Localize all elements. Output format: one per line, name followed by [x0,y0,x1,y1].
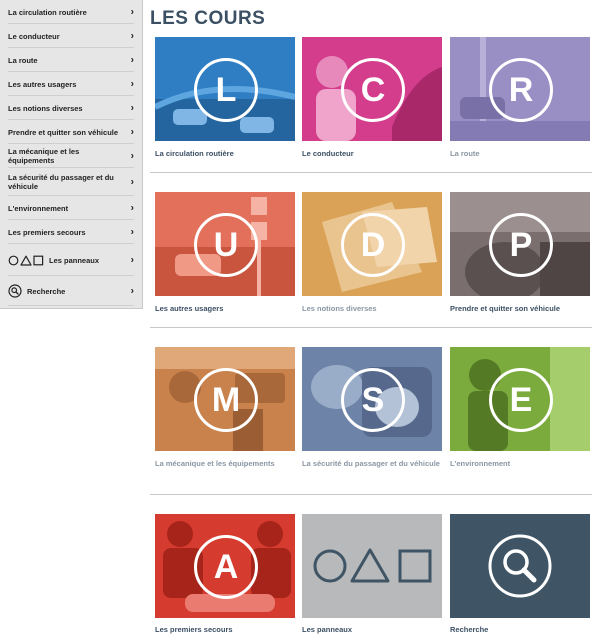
divider [150,494,592,495]
chevron-right-icon: › [130,254,134,266]
course-card-panneaux[interactable] [302,514,442,618]
chevron-right-icon: › [130,150,134,162]
chevron-right-icon: › [130,54,134,66]
sidebar-item-circulation[interactable]: La circulation routière › [0,0,142,24]
chevron-right-icon: › [130,285,134,297]
course-card-securite[interactable]: S [302,347,442,451]
sidebar: La circulation routière › Le conducteur … [0,0,143,309]
sidebar-item-label: La mécanique et les équipements [8,147,80,165]
sidebar-item-securite[interactable]: La sécurité du passager et du véhicule › [0,168,142,196]
sidebar-item-notions[interactable]: Les notions diverses › [0,96,142,120]
sidebar-item-label: Les panneaux [49,255,100,265]
sidebar-item-label: La sécurité du passager et du véhicule [8,173,114,191]
course-card-prendre-quitter[interactable]: P [450,192,590,296]
divider [150,172,592,173]
course-caption[interactable]: Les panneaux [302,625,442,635]
sidebar-item-recherche[interactable]: Recherche › [0,276,142,306]
course-letter-icon: E [489,368,553,432]
chevron-right-icon: › [130,6,134,18]
course-letter-icon: P [489,213,553,277]
sidebar-item-environnement[interactable]: L'environnement › [0,196,142,220]
course-caption[interactable]: La route [450,149,590,159]
sidebar-item-label: Le conducteur [8,31,60,41]
sidebar-item-prendre-quitter[interactable]: Prendre et quitter son véhicule › [0,120,142,144]
sidebar-item-mecanique[interactable]: La mécanique et les équipements › [0,144,142,168]
chevron-right-icon: › [130,202,134,214]
course-letter-icon: C [341,58,405,122]
sidebar-item-label: Prendre et quitter son véhicule [8,127,119,137]
course-caption[interactable]: Les notions diverses [302,304,442,314]
course-caption[interactable]: Prendre et quitter son véhicule [450,304,590,314]
course-caption[interactable]: L'environnement [450,459,590,469]
course-card-environnement[interactable]: E [450,347,590,451]
chevron-right-icon: › [130,126,134,138]
page-title: LES COURS [150,8,266,29]
course-card-circulation[interactable]: L [155,37,295,141]
shapes-icon [313,548,432,583]
sidebar-item-label: L'environnement [8,203,69,213]
course-caption[interactable]: Le conducteur [302,149,442,159]
course-letter-icon: S [341,368,405,432]
course-caption[interactable]: Les premiers secours [155,625,295,635]
course-letter-icon: R [489,58,553,122]
sidebar-item-secours[interactable]: Les premiers secours › [0,220,142,244]
course-card-notions[interactable]: D [302,192,442,296]
chevron-right-icon: › [130,102,134,114]
course-card-mecanique[interactable]: M [155,347,295,451]
sidebar-item-panneaux[interactable]: Les panneaux › [0,244,142,276]
sidebar-item-label: Les notions diverses [8,103,83,113]
course-letter-icon: M [194,368,258,432]
course-letter-icon: A [194,535,258,599]
course-card-conducteur[interactable]: C [302,37,442,141]
sidebar-item-conducteur[interactable]: Le conducteur › [0,24,142,48]
course-caption[interactable]: La mécanique et les équipements [155,459,295,469]
course-card-route[interactable]: R [450,37,590,141]
course-caption[interactable]: La circulation routière [155,149,295,159]
course-letter-icon: L [194,58,258,122]
course-card-usagers[interactable]: U [155,192,295,296]
search-icon [488,534,552,598]
course-caption[interactable]: Recherche [450,625,590,635]
chevron-right-icon: › [130,78,134,90]
search-icon [8,284,22,298]
course-caption[interactable]: Les autres usagers [155,304,295,314]
divider [150,327,592,328]
sidebar-item-label: Recherche [27,286,66,296]
shapes-icon [8,255,44,266]
course-letter-icon: U [194,213,258,277]
sidebar-item-label: Les premiers secours [8,227,86,237]
sidebar-item-usagers[interactable]: Les autres usagers › [0,72,142,96]
course-card-secours[interactable]: A [155,514,295,618]
course-card-recherche[interactable] [450,514,590,618]
course-caption[interactable]: La sécurité du passager et du véhicule [302,459,442,469]
chevron-right-icon: › [130,30,134,42]
course-letter-icon: D [341,213,405,277]
sidebar-item-label: La route [8,55,38,65]
sidebar-item-label: La circulation routière [8,7,87,17]
chevron-right-icon: › [130,176,134,188]
chevron-right-icon: › [130,226,134,238]
sidebar-item-route[interactable]: La route › [0,48,142,72]
sidebar-item-label: Les autres usagers [8,79,77,89]
